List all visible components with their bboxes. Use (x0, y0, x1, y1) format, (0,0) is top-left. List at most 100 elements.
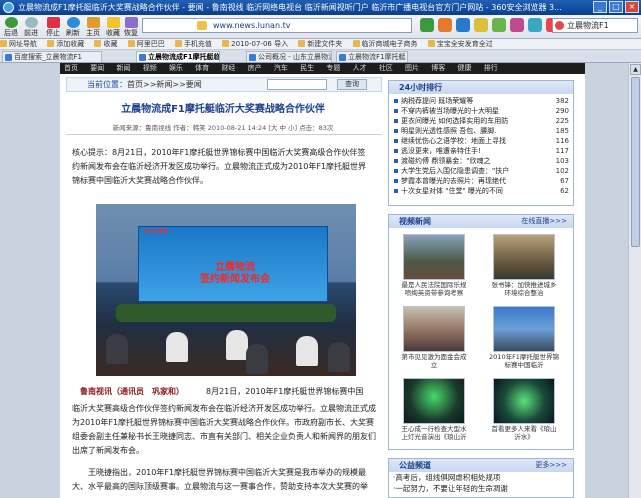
stop-button[interactable]: 停止 (44, 17, 62, 38)
nav-item[interactable]: 专题 (326, 64, 340, 72)
ext-icon[interactable] (510, 18, 524, 32)
nav-item[interactable]: 健康 (458, 64, 472, 72)
ext-icon[interactable] (492, 18, 506, 32)
photo-plants (116, 304, 336, 322)
breadcrumb: 当前位置：首页>>新闻>>要闻 查询 (66, 77, 382, 92)
favorite-item[interactable]: 阿里巴巴 (128, 39, 165, 49)
minimize-button[interactable]: _ (593, 1, 607, 13)
article-meta: 新闻来源：鲁南视线 作者：韩笑 2010-08-21 14:24 [大 中 小]… (112, 124, 334, 132)
scroll-up-icon[interactable]: ▲ (630, 64, 641, 75)
list-item[interactable]: 逃没更来，唯遭亲特住手! 117 (393, 146, 569, 156)
video-item[interactable]: 首看更多人来看《琅山沂水》 (489, 378, 559, 441)
tab-lichen[interactable]: 立晨物流F1摩托艇 (336, 51, 408, 62)
list-item[interactable]: 大学生党后入围亿隐患调查："扶户 102 (393, 166, 569, 176)
maximize-button[interactable]: □ (609, 1, 623, 13)
nav-item[interactable]: 图片 (405, 64, 419, 72)
favorite-item[interactable]: 手机充值 (175, 39, 212, 49)
tab-baidu[interactable]: 百度搜索_立晨物流F1 (2, 51, 102, 62)
video-news-title: 视频新闻 在线直播>>> (389, 215, 573, 228)
tab-company[interactable]: 公司概况 - 山东立晨物流股 (246, 51, 332, 62)
favorite-item[interactable]: 新建文件夹 (298, 39, 342, 49)
video-item[interactable]: 张书锋：加快推进城乡环境综合整治 (489, 234, 559, 297)
list-item[interactable]: 明星则光透性感照 吾包、腰脚. 185 (393, 126, 569, 136)
list-item[interactable]: 渡碰约傅 鼎领暴金："欣魂之 103 (393, 156, 569, 166)
browser-toolbar: 后退 前进 停止 刷新 主页 收藏 恢复 www.news.lunan.tv 立… (0, 15, 641, 39)
video-item[interactable]: 王心成一行检查大型水 上灯光音演出《琅山沂水》 (399, 378, 469, 441)
video-thumbnail[interactable] (403, 378, 465, 424)
nav-item[interactable]: 新闻 (116, 64, 130, 72)
vertical-scrollbar[interactable]: ▲ (628, 63, 641, 498)
list-item[interactable]: 纳税荐提问 既场荣耀等 382 (393, 96, 569, 106)
address-bar[interactable]: www.news.lunan.tv (142, 18, 412, 33)
nav-item[interactable]: 财经 (221, 64, 235, 72)
video-thumbnail[interactable] (403, 306, 465, 352)
site-search-input[interactable] (267, 79, 327, 90)
video-thumbnail[interactable] (493, 378, 555, 424)
refresh-button[interactable]: 刷新 (64, 17, 82, 38)
list-item[interactable]: ·一起努力，不要让年轻的生命凋谢 (389, 483, 573, 494)
back-arrow-icon (4, 17, 18, 28)
public-service-list: ·高考后，组线俱网虐积相处规项 ·一起努力，不要让年轻的生命凋谢 (389, 472, 573, 494)
ext-icon[interactable] (528, 18, 542, 32)
tab-strip: 百度搜索_立晨物流F1 立晨物流成F1摩托艇临沂大 公司概况 - 山东立晨物流股… (0, 50, 641, 63)
favorite-item[interactable]: 临沂商城电子商务 (353, 39, 418, 49)
article-column: 当前位置：首页>>新闻>>要闻 查询 立晨物流成F1摩托艇临沂大奖赛战略合作伙伴… (60, 74, 386, 498)
ext-icon[interactable] (456, 18, 470, 32)
list-item[interactable]: 梦霞本曾曝光的去照片：再现绝代 67 (393, 176, 569, 186)
video-thumbnail[interactable] (493, 234, 555, 280)
favorites-button[interactable]: 收藏 (104, 17, 122, 38)
live-link[interactable]: 在线直播>>> (521, 215, 567, 228)
list-item[interactable]: 十次女星对体 "住堂" 曝光的不同 62 (393, 186, 569, 196)
restore-button[interactable]: 恢复 (122, 17, 140, 38)
restore-icon (124, 17, 138, 28)
nav-item[interactable]: 首页 (64, 64, 78, 72)
article-summary: 核心提示：8月21日，2010年F1摩托艇世界锦标赛中国临沂大奖赛高级合作伙伴签… (72, 148, 367, 185)
extension-icons (420, 18, 560, 32)
video-item[interactable]: 最是人民法院国际乐规 喷绚英资带参询考察 (399, 234, 469, 297)
article-paragraph: 王晓捷指出，2010年F1摩托艇世界锦标赛中国临沂大奖赛是我市举办的规模最大、水… (72, 468, 368, 491)
nav-item[interactable]: 社区 (379, 64, 393, 72)
photo-person (246, 344, 268, 374)
window-controls: _ □ × (593, 1, 639, 13)
favorite-item[interactable]: 网址导航 (0, 39, 37, 49)
video-item[interactable]: 第市见见激为面金会成立 (399, 306, 469, 369)
favorite-item[interactable]: 2010-07-06 导入 (222, 39, 288, 49)
go-icon[interactable] (420, 18, 434, 32)
back-button[interactable]: 后退 (2, 17, 20, 38)
site-search-button[interactable]: 查询 (337, 79, 367, 90)
ext-icon[interactable] (474, 18, 488, 32)
list-item[interactable]: 更衣间曝光 如何选择实用的车用防 225 (393, 116, 569, 126)
favorite-item[interactable]: 宝宝全安发育全过 (428, 39, 493, 49)
web-page: 当前位置：首页>>新闻>>要闻 查询 立晨物流成F1摩托艇临沂大奖赛战略合作伙伴… (60, 74, 585, 498)
video-thumbnail[interactable] (403, 234, 465, 280)
breadcrumb-path[interactable]: 首页>>新闻>>要闻 (127, 80, 202, 89)
nav-item[interactable]: 视频 (143, 64, 157, 72)
window-title-bar: 立晨物流成F1摩托艇临沂大奖赛战略合作伙伴 - 要闻 - 鲁南视线 临沂网络电视… (0, 0, 641, 15)
address-text: www.news.lunan.tv (213, 21, 291, 30)
list-item[interactable]: ·高考后，组线俱网虐积相处规项 (389, 472, 573, 483)
nav-item[interactable]: 体育 (195, 64, 209, 72)
favorite-item[interactable]: 收藏 (94, 39, 117, 49)
close-button[interactable]: × (625, 1, 639, 13)
home-button[interactable]: 主页 (84, 17, 102, 38)
search-input[interactable]: 立晨物流F1 (552, 18, 638, 33)
more-link[interactable]: 更多>>> (535, 459, 567, 472)
nav-item[interactable]: 人才 (353, 64, 367, 72)
video-thumbnail[interactable] (493, 306, 555, 352)
nav-item[interactable]: 房产 (248, 64, 262, 72)
tab-article[interactable]: 立晨物流成F1摩托艇临沂大 (136, 51, 220, 62)
list-item[interactable]: 不穿内裤被当场曝光的十大明星 290 (393, 106, 569, 116)
scroll-thumb[interactable] (631, 77, 640, 247)
divider (66, 134, 382, 135)
nav-item[interactable]: 排行 (484, 64, 498, 72)
nav-item[interactable]: 博客 (431, 64, 445, 72)
nav-item[interactable]: 汽车 (274, 64, 288, 72)
nav-item[interactable]: 要闻 (90, 64, 104, 72)
nav-item[interactable]: 娱乐 (169, 64, 183, 72)
ext-icon[interactable] (438, 18, 452, 32)
list-item[interactable]: 继续忧伤心之语学校：地面上寻找 116 (393, 136, 569, 146)
nav-item[interactable]: 民生 (300, 64, 314, 72)
forward-button[interactable]: 前进 (22, 17, 40, 38)
favorite-item[interactable]: 添加收藏 (47, 39, 84, 49)
video-item[interactable]: 2010年F1摩托艇世界锦 标赛中国临沂 (489, 306, 559, 369)
